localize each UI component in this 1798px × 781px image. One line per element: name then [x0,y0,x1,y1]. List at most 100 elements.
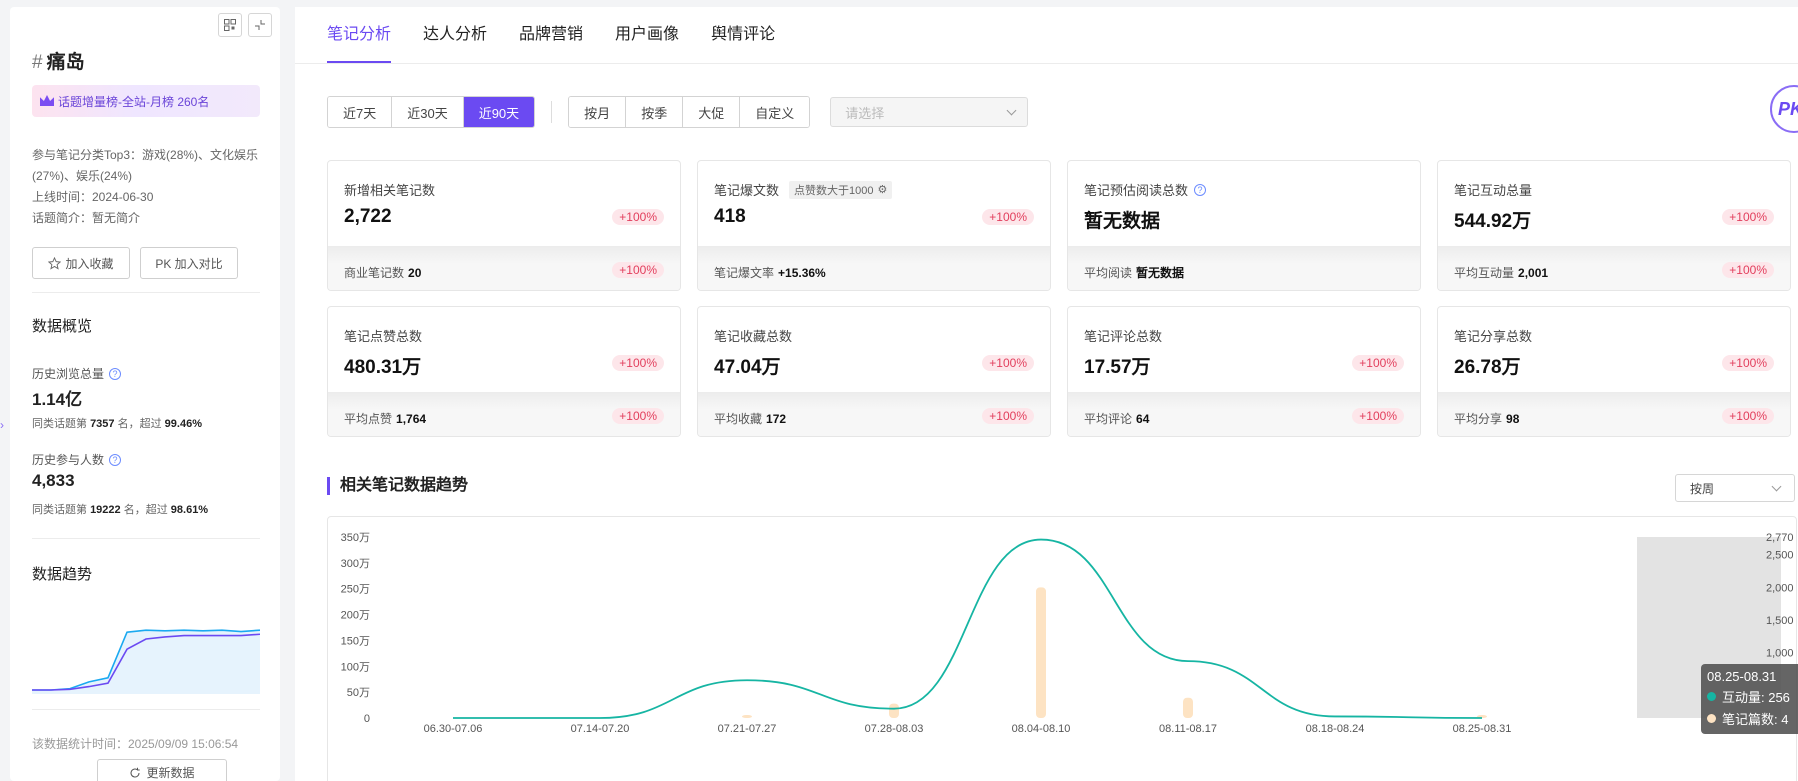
growth-badge: +100% [982,355,1034,371]
filter-row: 近7天 近30天 近90天 按月 按季 大促 自定义 请选择 [327,96,1029,128]
card-label: 笔记爆文数 点赞数大于1000 ⚙ [714,180,893,199]
card-filter-tag[interactable]: 点赞数大于1000 ⚙ [789,180,893,199]
growth-badge: +100% [612,355,664,371]
period-month[interactable]: 按月 [569,97,627,127]
period-type-selector: 按月 按季 大促 自定义 [568,96,811,128]
sidebar-tools [218,13,272,37]
period-promo[interactable]: 大促 [683,97,741,127]
add-favorite-label: 加入收藏 [65,256,114,271]
range-7-days[interactable]: 近7天 [328,97,393,127]
refresh-button[interactable]: 更新数据 [97,759,227,781]
help-icon[interactable]: ? [1194,183,1207,196]
range-90-days[interactable]: 近90天 [463,97,535,127]
metric-card: 新增相关笔记数 2,722 +100% 商业笔记数 20 +100% [327,160,681,291]
divider [32,538,260,539]
footer-growth-badge: +100% [1352,408,1404,424]
y-right-tick-label: 1,000 [1766,648,1794,660]
x-tick-label: 08.18-08.24 [1306,723,1365,735]
bar-mark [1183,697,1193,718]
card-label-text: 笔记点赞总数 [344,329,423,344]
trend-section-title: 数据趋势 [32,566,93,583]
card-footer-label: 平均分享 [1454,412,1503,426]
collapse-icon[interactable] [248,13,272,37]
day-range-selector: 近7天 近30天 近90天 [327,96,536,128]
card-value: 544.92万 [1454,211,1532,232]
participant-rank-pct: 98.61% [170,504,209,516]
tooltip-title: 08.25-08.31 [1707,669,1777,684]
add-favorite-button[interactable]: 加入收藏 [32,247,130,279]
card-label-text: 新增相关笔记数 [344,183,436,198]
meta-categories: 参与笔记分类Top3：游戏(28%)、文化娱乐(27%)、娱乐(24%) [32,148,259,183]
participant-rank-number: 19222 [90,504,121,516]
hash-icon: # [32,52,43,73]
help-icon[interactable]: ? [109,367,122,380]
trend-period-select[interactable]: 按周 [1675,474,1795,502]
card-footer-label: 平均点赞 [344,412,393,426]
tab-brand-marketing[interactable]: 品牌营销 [519,7,583,63]
x-tick-label: 08.04-08.10 [1012,723,1071,735]
divider [32,709,260,710]
add-compare-label: PK 加入对比 [155,256,223,271]
y-right-tick-label: 2,000 [1766,582,1794,594]
range-30-days[interactable]: 近30天 [392,97,464,127]
meta-intro: 话题简介：暂无简介 [32,211,141,225]
trend-chart-svg: 350万 300万 250万 200万 150万 100万 50万 0 2,770 2,500 2,… [341,532,1794,735]
chevron-down-icon [1771,481,1782,492]
browse-label-text: 历史浏览总量 [32,367,105,381]
y-right-tick-label: 1,500 [1766,615,1794,627]
card-value: 26.78万 [1454,357,1521,378]
card-label-text: 笔记评论总数 [1084,329,1163,344]
card-label: 笔记评论总数 [1084,326,1162,345]
rank-banner-text: 话题增量榜-全站-月榜 260名 [58,94,210,109]
gear-icon: ⚙ [877,184,888,196]
tab-note-analysis[interactable]: 笔记分析 [327,7,392,63]
tab-public-opinion[interactable]: 舆情评论 [711,7,775,63]
legend-dot-icon [1707,714,1716,723]
card-footer-label: 平均互动量 [1454,266,1515,280]
metric-card: 笔记分享总数 26.78万 +100% 平均分享 98 +100% [1437,306,1791,437]
y-left-tick-label: 300万 [341,558,370,570]
topic-meta: 参与笔记分类Top3：游戏(28%)、文化娱乐(27%)、娱乐(24%) 上线时… [32,145,260,229]
growth-badge: +100% [1722,209,1774,225]
help-icon[interactable]: ? [109,453,122,466]
trend-title: 相关笔记数据趋势 [327,477,468,495]
divider [551,101,553,123]
y-right-tick-label: 2,500 [1766,550,1794,562]
metric-card: 笔记点赞总数 480.31万 +100% 平均点赞 1,764 +100% [327,306,681,437]
main-panel: 笔记分析 达人分析 品牌营销 用户画像 舆情评论 近7天 近30天 近90天 按… [295,7,1798,781]
tab-user-profile[interactable]: 用户画像 [615,7,679,63]
metric-card: 笔记爆文数 点赞数大于1000 ⚙ 418 +100% 笔记爆文率 +15.36% [697,160,1051,291]
tab-influencer-analysis[interactable]: 达人分析 [423,7,487,63]
card-footer-text: 平均阅读 暂无数据 [1084,264,1184,281]
refresh-icon [131,767,141,778]
divider [32,292,260,293]
card-footer-text: 笔记爆文率 +15.36% [714,264,826,281]
card-label-text: 笔记分享总数 [1454,329,1533,344]
rank-banner[interactable]: 话题增量榜-全站-月榜 260名 [32,85,260,117]
metric-card: 笔记收藏总数 47.04万 +100% 平均收藏 172 +100% [697,306,1051,437]
period-quarter[interactable]: 按季 [626,97,684,127]
add-compare-button[interactable]: PK 加入对比 [140,247,238,279]
expand-arrow-icon[interactable]: › [0,418,8,434]
y-left-tick-label: 0 [364,713,370,725]
growth-badge: +100% [612,209,664,225]
card-footer-value: 20 [408,266,422,280]
card-label: 笔记互动总量 [1454,180,1532,199]
participant-rank-pre: 同类话题第 [32,504,87,516]
card-footer-label: 平均阅读 [1084,266,1133,280]
period-custom[interactable]: 自定义 [740,97,810,127]
pk-badge[interactable]: PK [1770,85,1798,133]
card-label-text: 笔记爆文数 [714,183,780,198]
card-value: 2,722 [344,206,392,227]
crown-icon [40,95,54,106]
tab-divider [295,63,1798,64]
overview-title: 数据概览 [32,318,93,335]
qrcode-icon[interactable] [218,13,242,37]
growth-badge: +100% [1722,355,1774,371]
card-footer-value: 暂无数据 [1136,266,1185,280]
participant-rank-mid: 名，超过 [123,504,168,516]
card-footer-text: 平均点赞 1,764 [344,410,426,427]
period-dropdown[interactable]: 请选择 [830,97,1029,127]
bar-mark [742,715,752,718]
participant-rank: 同类话题第 19222 名，超过 98.61% [32,501,208,517]
